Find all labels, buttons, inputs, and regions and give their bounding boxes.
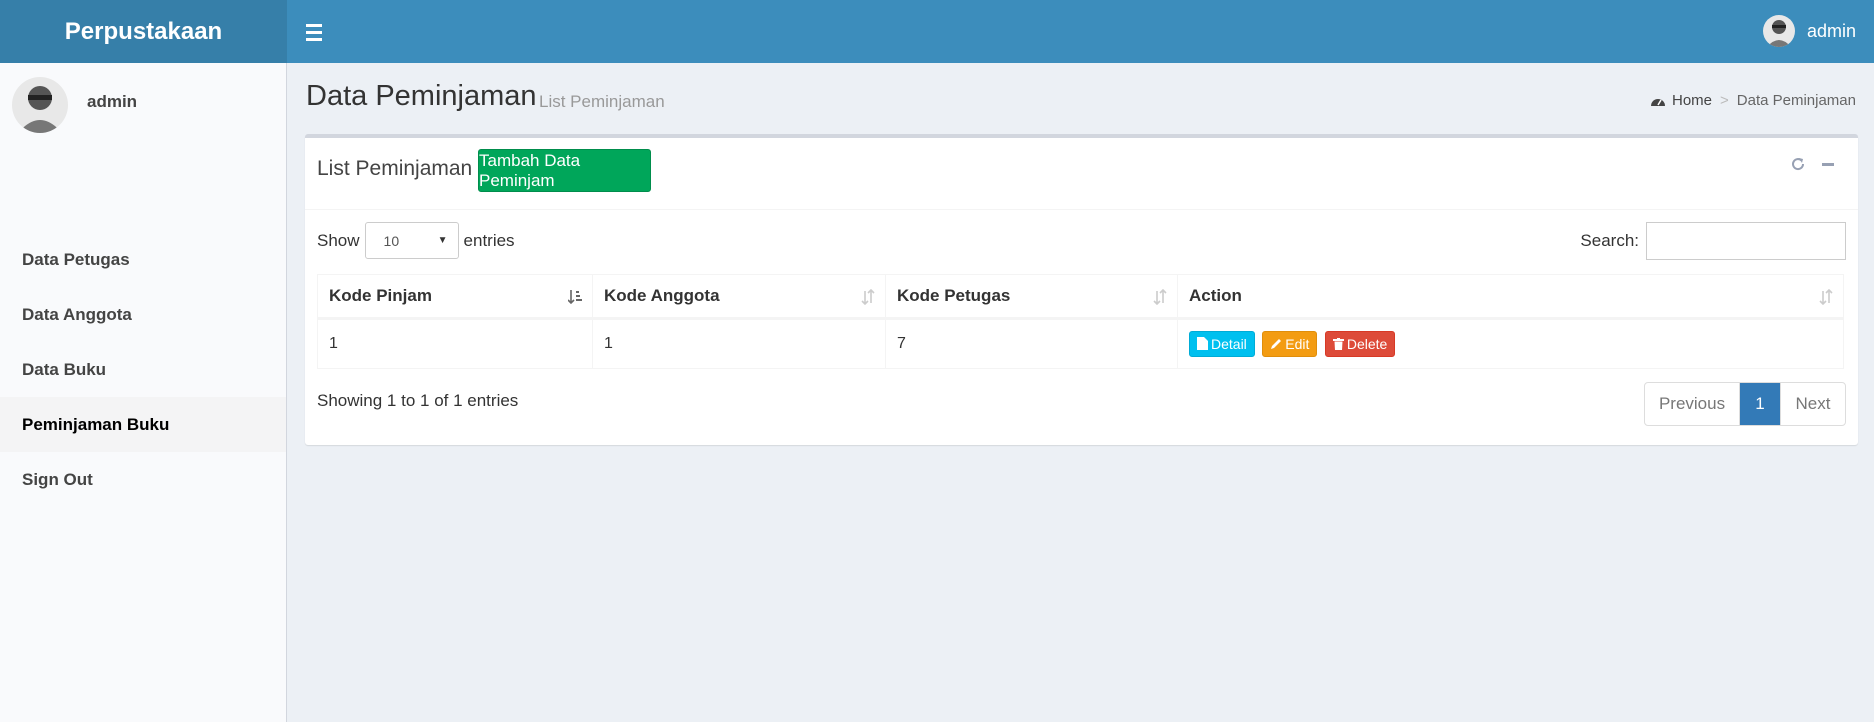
search-input[interactable] xyxy=(1646,222,1846,260)
detail-label: Detail xyxy=(1211,335,1247,352)
entries-value: 10 xyxy=(383,232,400,249)
breadcrumb-current: Data Peminjaman xyxy=(1736,92,1856,109)
trash-icon xyxy=(1332,338,1344,351)
delete-button[interactable]: Delete xyxy=(1324,331,1396,358)
column-label: Kode Pinjam xyxy=(329,286,432,305)
next-button[interactable]: Next xyxy=(1780,383,1845,425)
box-title: List Peminjaman xyxy=(317,157,473,180)
column-header-kode-pinjam[interactable]: Kode Pinjam xyxy=(317,274,593,320)
app-logo[interactable]: Perpustakaan xyxy=(0,0,287,63)
peminjaman-table: Kode Pinjam Kode Anggota Kode Petugas Ac… xyxy=(317,274,1844,369)
collapse-icon[interactable] xyxy=(1820,156,1836,172)
edit-label: Edit xyxy=(1285,336,1310,353)
column-label: Kode Petugas xyxy=(897,286,1011,305)
breadcrumb: Home > Data Peminjaman xyxy=(1650,92,1856,109)
caret-down-icon: ▼ xyxy=(437,235,448,246)
cell-kode-pinjam: 1 xyxy=(317,318,593,369)
search-label: Search: xyxy=(1580,231,1639,250)
user-panel: admin xyxy=(12,77,272,147)
sidebar: admin Data Petugas Data Anggota Data Buk… xyxy=(0,63,287,722)
header-user-name: admin xyxy=(1806,20,1856,41)
page-subtitle: List Peminjaman xyxy=(539,92,665,111)
avatar xyxy=(1762,15,1795,47)
sidebar-item-data-petugas[interactable]: Data Petugas xyxy=(0,232,286,287)
table-row: 1 1 7 Detail Edit Delete xyxy=(317,318,1844,369)
box-divider xyxy=(305,209,1858,210)
page-1-button[interactable]: 1 xyxy=(1740,383,1780,425)
breadcrumb-home[interactable]: Home xyxy=(1672,92,1712,109)
sidebar-menu: Data Petugas Data Anggota Data Buku Pemi… xyxy=(0,232,286,507)
cell-kode-petugas: 7 xyxy=(885,318,1178,369)
cell-kode-anggota: 1 xyxy=(592,318,886,369)
sort-both-icon xyxy=(1153,289,1167,305)
entries-label: entries xyxy=(463,230,515,250)
box-tools xyxy=(1776,156,1836,172)
previous-button[interactable]: Previous xyxy=(1645,383,1740,425)
pagination: Previous 1 Next xyxy=(1644,382,1846,426)
list-box: List Peminjaman Tambah Data Peminjam Sho… xyxy=(305,134,1858,445)
sort-both-icon xyxy=(861,289,875,305)
add-peminjam-button[interactable]: Tambah Data Peminjam xyxy=(478,149,651,192)
sidebar-user-name: admin xyxy=(87,92,138,111)
sort-ascending-icon xyxy=(568,290,582,305)
column-label: Action xyxy=(1189,286,1242,305)
edit-button[interactable]: Edit xyxy=(1262,331,1318,358)
column-header-kode-anggota[interactable]: Kode Anggota xyxy=(592,274,886,320)
dashboard-icon xyxy=(1650,98,1665,106)
avatar xyxy=(12,77,68,133)
refresh-icon[interactable] xyxy=(1790,156,1806,172)
user-menu[interactable]: admin xyxy=(1762,15,1856,47)
sidebar-item-data-anggota[interactable]: Data Anggota xyxy=(0,287,286,342)
top-navbar: Perpustakaan admin xyxy=(0,0,1874,63)
detail-button[interactable]: Detail xyxy=(1189,330,1255,357)
pencil-icon xyxy=(1271,339,1282,350)
entries-control: Show 10 ▼ entries xyxy=(317,222,515,259)
sort-both-icon xyxy=(1819,289,1833,305)
page-title: Data Peminjaman xyxy=(306,80,537,112)
file-icon xyxy=(1197,337,1208,351)
sidebar-toggle-icon[interactable] xyxy=(300,18,328,46)
column-header-kode-petugas[interactable]: Kode Petugas xyxy=(885,274,1178,320)
search-control: Search: xyxy=(1580,222,1846,260)
sidebar-item-peminjaman-buku[interactable]: Peminjaman Buku xyxy=(0,397,286,452)
delete-label: Delete xyxy=(1346,336,1388,353)
show-label: Show xyxy=(317,230,360,250)
sidebar-item-data-buku[interactable]: Data Buku xyxy=(0,342,286,397)
column-label: Kode Anggota xyxy=(604,286,720,305)
cell-action: Detail Edit Delete xyxy=(1177,318,1844,369)
sidebar-item-sign-out[interactable]: Sign Out xyxy=(0,452,286,507)
column-header-action[interactable]: Action xyxy=(1177,274,1844,320)
table-info: Showing 1 to 1 of 1 entries xyxy=(317,391,519,410)
entries-select[interactable]: 10 ▼ xyxy=(364,222,459,259)
breadcrumb-separator: > xyxy=(1720,92,1729,109)
